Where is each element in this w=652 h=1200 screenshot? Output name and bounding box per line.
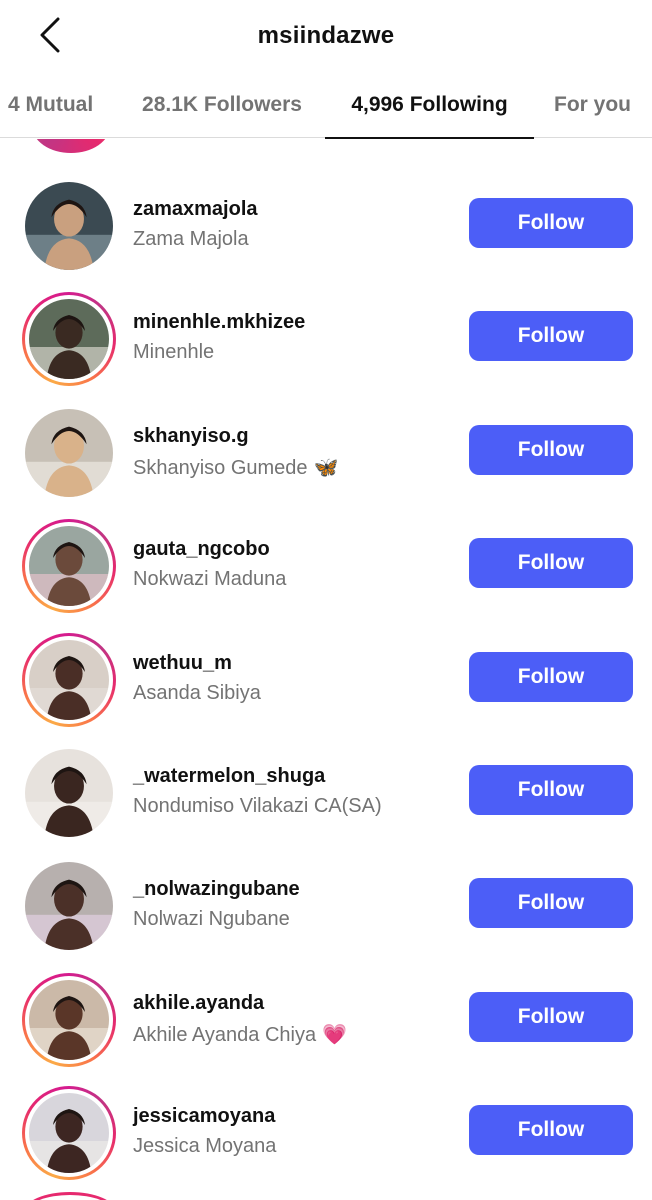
list-item[interactable]: gauta_ngcobo Nokwazi Maduna Follow: [0, 519, 652, 632]
back-button[interactable]: [30, 14, 70, 56]
tab-followers[interactable]: 28.1K Followers: [120, 72, 324, 138]
avatar-image: [29, 1093, 109, 1173]
follow-button[interactable]: Follow: [469, 765, 633, 815]
profile-photo: [25, 182, 113, 270]
full-name: Jessica Moyana: [133, 1135, 276, 1158]
avatar[interactable]: [22, 859, 116, 953]
full-name: Nokwazi Maduna: [133, 568, 286, 591]
full-name: Skhanyiso Gumede 🦋: [133, 455, 338, 480]
follow-button[interactable]: Follow: [469, 992, 633, 1042]
story-ring-gap: [25, 636, 113, 724]
full-name-text: Asanda Sibiya: [133, 682, 261, 704]
username[interactable]: minenhle.mkhizee: [133, 311, 305, 334]
follow-button[interactable]: Follow: [469, 311, 633, 361]
avatar-image: [29, 299, 109, 379]
follow-button[interactable]: Follow: [469, 878, 633, 928]
full-name: Nondumiso Vilakazi CA(SA): [133, 795, 382, 818]
full-name: Zama Majola: [133, 228, 249, 251]
story-ring-avatar[interactable]: [22, 519, 116, 613]
list-item[interactable]: minenhle.mkhizee Minenhle Follow: [0, 292, 652, 405]
full-name-text: Jessica Moyana: [133, 1135, 277, 1157]
follow-button[interactable]: Follow: [469, 198, 633, 248]
avatar-image: [29, 526, 109, 606]
profile-username-title: msiindazwe: [257, 22, 395, 49]
username[interactable]: gauta_ngcobo: [133, 538, 270, 561]
full-name-text: Akhile Ayanda Chiya: [133, 1024, 317, 1046]
username[interactable]: zamaxmajola: [133, 198, 258, 221]
username[interactable]: jessicamoyana: [133, 1105, 275, 1128]
full-name: Akhile Ayanda Chiya 💗: [133, 1022, 347, 1047]
full-name: Asanda Sibiya: [133, 682, 261, 705]
username[interactable]: akhile.ayanda: [133, 992, 264, 1015]
tab-for-you[interactable]: For you: [540, 72, 652, 138]
tab-bar: 4 Mutual 28.1K Followers 4,996 Following…: [0, 72, 652, 139]
avatar-image: [29, 980, 109, 1060]
full-name: Nolwazi Ngubane: [133, 908, 290, 931]
list-item[interactable]: wethuu_m Asanda Sibiya Follow: [0, 633, 652, 746]
story-ring-avatar[interactable]: [22, 1086, 116, 1180]
full-name-text: Skhanyiso Gumede: [133, 457, 308, 479]
full-name-text: Zama Majola: [133, 228, 249, 250]
avatar-image: [29, 640, 109, 720]
follow-button[interactable]: Follow: [469, 425, 633, 475]
avatar[interactable]: [22, 406, 116, 500]
name-emoji: 🦋: [313, 457, 339, 479]
top-bar: msiindazwe: [0, 0, 652, 72]
follow-button[interactable]: Follow: [469, 652, 633, 702]
story-ring-avatar[interactable]: [22, 292, 116, 386]
avatar-image: [25, 749, 113, 837]
follow-button[interactable]: Follow: [469, 1105, 633, 1155]
profile-photo: [29, 299, 109, 379]
username[interactable]: wethuu_m: [133, 652, 232, 675]
avatar[interactable]: [22, 179, 116, 273]
profile-photo: [25, 409, 113, 497]
story-ring-gap: [25, 976, 113, 1064]
avatar-image: [25, 409, 113, 497]
list-item[interactable]: _watermelon_shuga Nondumiso Vilakazi CA(S…: [0, 746, 652, 859]
username[interactable]: _nolwazingubane: [133, 878, 300, 901]
full-name-text: Minenhle: [133, 341, 215, 363]
list-item[interactable]: jessicamoyana Jessica Moyana Follow: [0, 1086, 652, 1199]
profile-photo: [25, 749, 113, 837]
full-name-text: Nondumiso Vilakazi CA(SA): [133, 795, 382, 817]
avatar-image: [25, 862, 113, 950]
avatar-image: [25, 182, 113, 270]
profile-photo: [29, 980, 109, 1060]
follow-button[interactable]: Follow: [469, 538, 633, 588]
following-list: zamaxmajola Zama Majola Follow minenhle.mkh…: [0, 139, 652, 1200]
profile-photo: [29, 1093, 109, 1173]
list-item[interactable]: akhile.ayanda Akhile Ayanda Chiya 💗 Follow: [0, 973, 652, 1086]
tab-following[interactable]: 4,996 Following: [325, 72, 534, 139]
list-item[interactable]: _nolwazingubane Nolwazi Ngubane Follow: [0, 859, 652, 972]
list-item[interactable]: zamaxmajola Zama Majola Follow: [0, 179, 652, 292]
avatar-partial[interactable]: [32, 139, 110, 153]
full-name-text: Nolwazi Ngubane: [133, 908, 290, 930]
profile-photo: [29, 526, 109, 606]
chevron-left-icon: [40, 17, 60, 53]
story-ring-gap: [25, 295, 113, 383]
list-item[interactable]: skhanyiso.g Skhanyiso Gumede 🦋 Follow: [0, 406, 652, 519]
avatar[interactable]: [22, 746, 116, 840]
name-emoji: 💗: [322, 1024, 347, 1046]
story-ring-gap: [25, 1089, 113, 1177]
profile-photo: [29, 640, 109, 720]
story-ring-avatar[interactable]: [22, 633, 116, 727]
tab-mutual[interactable]: 4 Mutual: [0, 72, 114, 138]
full-name-text: Nokwazi Maduna: [133, 568, 287, 590]
profile-photo: [25, 862, 113, 950]
following-screen: msiindazwe 4 Mutual 28.1K Followers 4,99…: [0, 0, 652, 1200]
story-ring-gap: [25, 522, 113, 610]
story-ring-avatar[interactable]: [22, 973, 116, 1067]
username[interactable]: _watermelon_shuga: [133, 765, 325, 788]
username[interactable]: skhanyiso.g: [133, 425, 249, 448]
full-name: Minenhle: [133, 341, 214, 364]
